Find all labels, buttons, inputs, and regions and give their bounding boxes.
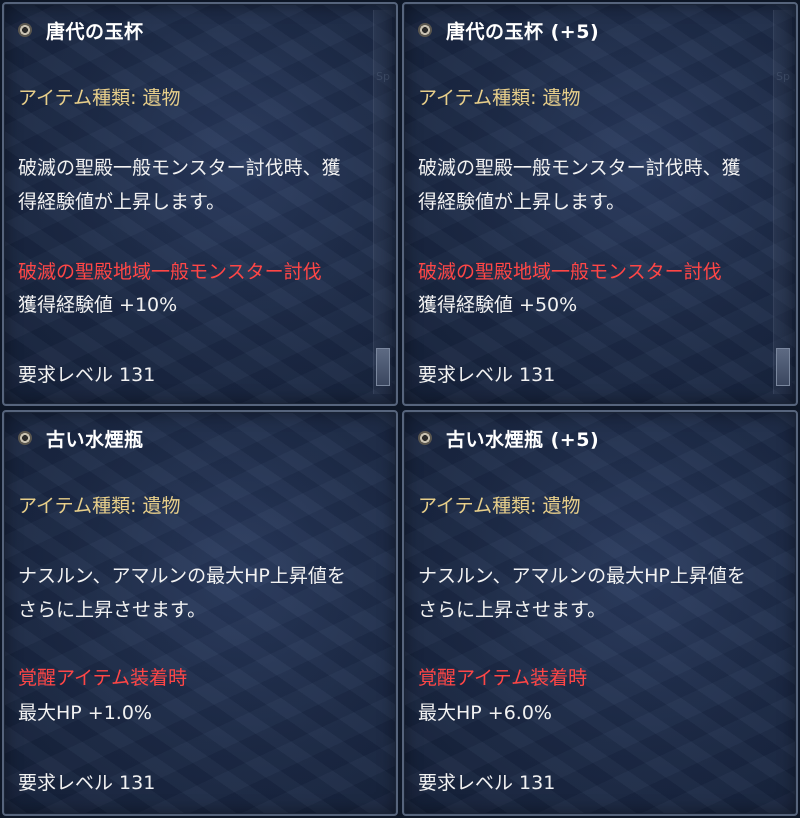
item-tooltip-2: Sp 唐代の玉杯 (+5) アイテム種類: 遺物 破滅の聖殿一般モンスター討伐時… (402, 2, 798, 406)
title-row: 古い水煙瓶 (+5) (418, 426, 600, 451)
scroll-ghost-text: Sp (776, 70, 790, 83)
item-title: 唐代の玉杯 (46, 20, 144, 43)
effect-header: 覚醒アイテム装着時 (418, 667, 588, 689)
scrollbar[interactable]: Sp (373, 10, 392, 394)
effect-header: 破滅の聖殿地域一般モンスター討伐 (418, 261, 722, 283)
scrollbar-thumb[interactable] (776, 348, 790, 386)
tooltip-grid: Sp 唐代の玉杯 アイテム種類: 遺物 破滅の聖殿一般モンスター討伐時、獲 得経… (0, 0, 800, 818)
item-title: 古い水煙瓶 (+5) (446, 428, 600, 451)
item-tooltip-4: 古い水煙瓶 (+5) アイテム種類: 遺物 ナスルン、アマルンの最大HP上昇値を… (402, 410, 798, 816)
effect-header: 破滅の聖殿地域一般モンスター討伐 (18, 261, 322, 283)
item-type: アイテム種類: 遺物 (18, 495, 181, 517)
item-tooltip-3: 古い水煙瓶 アイテム種類: 遺物 ナスルン、アマルンの最大HP上昇値を さらに上… (2, 410, 398, 816)
scroll-ghost-text: Sp (376, 70, 390, 83)
required-level: 要求レベル 131 (418, 364, 556, 386)
effect-value: 最大HP +6.0% (418, 702, 552, 724)
description-line-2: 得経験値が上昇します。 (18, 191, 226, 213)
description-line-1: 破滅の聖殿一般モンスター討伐時、獲 (18, 157, 341, 179)
item-title: 唐代の玉杯 (+5) (446, 20, 600, 43)
description-line-2: さらに上昇させます。 (18, 599, 207, 621)
description-line-1: ナスルン、アマルンの最大HP上昇値を (18, 565, 346, 587)
required-level: 要求レベル 131 (18, 772, 156, 794)
required-level: 要求レベル 131 (18, 364, 156, 386)
title-row: 唐代の玉杯 (+5) (418, 18, 600, 43)
description-line-1: 破滅の聖殿一般モンスター討伐時、獲 (418, 157, 741, 179)
item-type: アイテム種類: 遺物 (418, 495, 581, 517)
title-row: 古い水煙瓶 (18, 426, 144, 451)
gem-icon (418, 431, 432, 445)
effect-header: 覚醒アイテム装着時 (18, 667, 188, 689)
item-type: アイテム種類: 遺物 (418, 87, 581, 109)
gem-icon (18, 431, 32, 445)
description-line-1: ナスルン、アマルンの最大HP上昇値を (418, 565, 746, 587)
gem-icon (418, 23, 432, 37)
effect-value: 獲得経験値 +10% (18, 294, 178, 316)
title-row: 唐代の玉杯 (18, 18, 144, 43)
item-title: 古い水煙瓶 (46, 428, 144, 451)
gem-icon (18, 23, 32, 37)
item-type: アイテム種類: 遺物 (18, 87, 181, 109)
description-line-2: さらに上昇させます。 (418, 599, 607, 621)
effect-value: 獲得経験値 +50% (418, 294, 578, 316)
scrollbar[interactable]: Sp (773, 10, 792, 394)
required-level: 要求レベル 131 (418, 772, 556, 794)
scrollbar-thumb[interactable] (376, 348, 390, 386)
effect-value: 最大HP +1.0% (18, 702, 152, 724)
description-line-2: 得経験値が上昇します。 (418, 191, 626, 213)
item-tooltip-1: Sp 唐代の玉杯 アイテム種類: 遺物 破滅の聖殿一般モンスター討伐時、獲 得経… (2, 2, 398, 406)
